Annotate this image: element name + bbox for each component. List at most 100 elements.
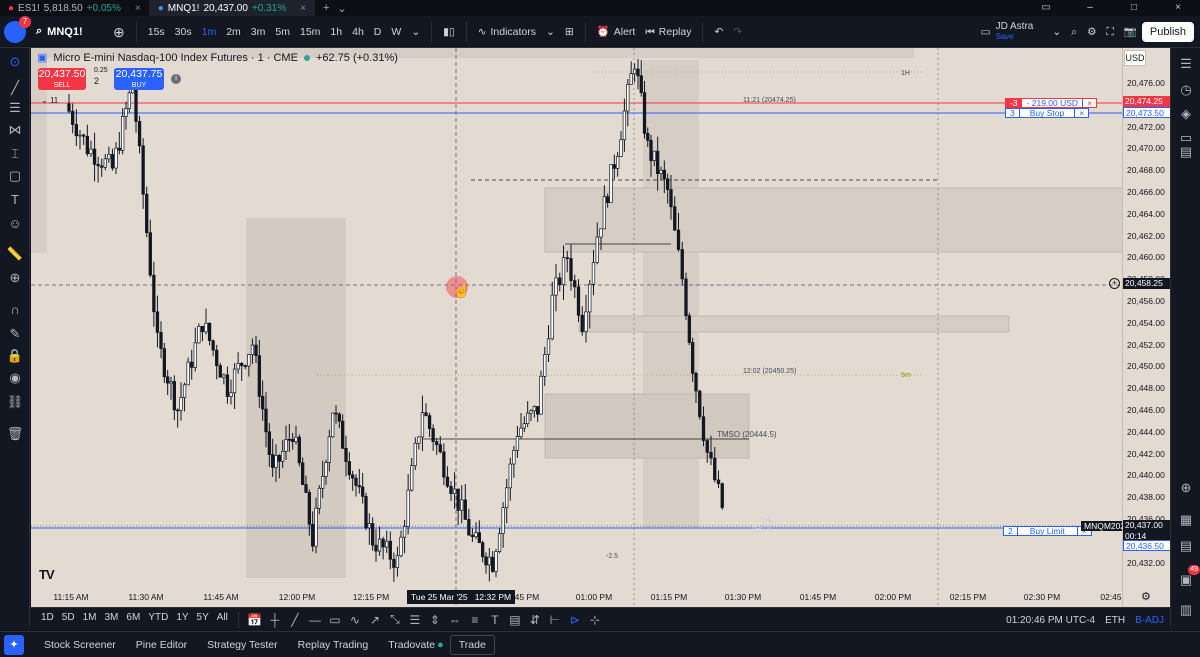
measure-icon[interactable]: ⊢ — [545, 613, 565, 627]
period-5d[interactable]: 5D — [58, 612, 79, 628]
interval-15s[interactable]: 15s — [143, 16, 170, 48]
tab-list-icon[interactable]: ⌄ — [337, 2, 346, 15]
compare-icon[interactable]: ⊕ — [108, 16, 130, 48]
text-note-icon[interactable]: T — [485, 613, 505, 627]
horizontal-line-icon[interactable]: — — [305, 613, 325, 627]
period-3m[interactable]: 3M — [101, 612, 123, 628]
layout-icon[interactable]: ▭ — [1024, 0, 1068, 16]
period-5y[interactable]: 5Y — [193, 612, 213, 628]
path-icon[interactable]: ∿ — [345, 613, 365, 627]
time-axis[interactable]: 11:15 AM 11:30 AM 11:45 AM 12:00 PM 12:15 PM… — [31, 587, 1151, 607]
sell-button[interactable]: 20,437.50 SELL — [38, 68, 86, 90]
rectangle-icon[interactable]: ▭ — [325, 613, 345, 627]
replay-mode-icon[interactable]: ⊳ — [565, 613, 585, 627]
buy-limit-order[interactable]: 2 Buy Limit × — [1003, 526, 1092, 536]
info-icon[interactable]: i — [171, 74, 181, 84]
interval-w[interactable]: W — [386, 16, 406, 48]
quick-search-icon[interactable]: ⌕ — [1066, 16, 1082, 48]
pattern-icon[interactable]: ⋈ — [5, 120, 25, 140]
arrow-icon[interactable]: ↗ — [365, 613, 385, 627]
settings-icon[interactable]: ⚙ — [1082, 16, 1101, 48]
line-tool-icon[interactable]: ╱ — [285, 613, 305, 627]
price-scale[interactable]: 20,476.0020,474.0020,472.0020,470.0020,4… — [1122, 48, 1170, 607]
calendar-icon[interactable]: ▦ — [1176, 510, 1196, 530]
avatar[interactable]: 7 — [4, 15, 31, 43]
trash-icon[interactable]: 🗑 — [5, 424, 25, 444]
trend-line-icon[interactable]: ╱ — [5, 78, 25, 98]
candles-icon[interactable]: ▮▯ — [438, 16, 460, 48]
fib-icon[interactable]: ☰ — [5, 98, 25, 118]
period-1y[interactable]: 1Y — [172, 612, 192, 628]
buy-button[interactable]: 20,437.75 BUY — [114, 68, 164, 90]
projection-icon[interactable]: ⌶ — [5, 144, 25, 164]
callout-icon[interactable]: ▤ — [505, 613, 525, 627]
magnet-icon[interactable]: ∩ — [5, 300, 25, 320]
close-tab-icon[interactable]: × — [135, 3, 141, 14]
buy-stop-order[interactable]: 3 Buy Stop × — [1005, 108, 1090, 118]
zoom-icon[interactable]: ⊕ — [5, 268, 25, 288]
chart-canvas[interactable] — [31, 48, 1122, 607]
interval-4h[interactable]: 4h — [347, 16, 369, 48]
interval-1m[interactable]: 1m — [197, 16, 222, 48]
eye-icon[interactable]: ◉ — [5, 368, 25, 388]
crosshair-plus-icon[interactable]: + — [1109, 278, 1120, 289]
templates-icon[interactable]: ⊞ — [560, 16, 579, 48]
date-range-icon[interactable]: 📅 — [245, 613, 265, 627]
period-all[interactable]: All — [213, 612, 232, 628]
cursor-icon[interactable]: ⊙ — [5, 52, 25, 72]
interval-2m[interactable]: 2m — [221, 16, 246, 48]
browser-tab-es[interactable]: ● ES1! 5,818.50 +0.05% × — [0, 0, 150, 16]
minimize-icon[interactable]: – — [1068, 0, 1112, 16]
period-ytd[interactable]: YTD — [144, 612, 172, 628]
tab-tradovate[interactable]: Tradovate — [378, 639, 445, 651]
layout-dropdown-icon[interactable]: ⌄ — [1047, 16, 1066, 48]
new-tab-icon[interactable]: + — [315, 2, 337, 14]
chart-pane[interactable]: ▣ Micro E-mini Nasdaq-100 Index Futures … — [31, 48, 1170, 607]
help-icon[interactable]: ⊕ — [1176, 478, 1196, 498]
indicators-dropdown-icon[interactable]: ⌄ — [541, 16, 560, 48]
range-icon[interactable]: ⇔ — [445, 613, 465, 627]
symbol-search[interactable]: ⌕ MNQ1! — [36, 25, 108, 38]
tab-replay-trading[interactable]: Replay Trading — [288, 639, 379, 651]
pencil-lock-icon[interactable]: ✎ — [5, 324, 25, 344]
indicators-button[interactable]: ∿ Indicators — [473, 16, 541, 48]
adjust-toggle[interactable]: B-ADJ — [1135, 615, 1164, 626]
notifications-icon[interactable]: ▣ 49 — [1176, 565, 1200, 590]
close-position-icon[interactable]: × — [1083, 99, 1096, 108]
interval-1h[interactable]: 1h — [325, 16, 347, 48]
link-icon[interactable]: ⛓ — [5, 392, 25, 412]
close-window-icon[interactable]: × — [1156, 0, 1200, 16]
redo-icon[interactable]: ↷ — [728, 16, 747, 48]
session-toggle[interactable]: ETH — [1105, 615, 1125, 626]
interval-d[interactable]: D — [369, 16, 387, 48]
tab-trade[interactable]: Trade — [449, 634, 495, 655]
pine-icon[interactable]: ▤ — [1176, 536, 1196, 556]
undo-icon[interactable]: ↶ — [709, 16, 728, 48]
ray-icon[interactable]: ⤡ — [385, 612, 405, 627]
period-6m[interactable]: 6M — [122, 612, 144, 628]
vertical-line-icon[interactable]: ┼ — [265, 613, 285, 627]
layers-icon[interactable]: ◈ — [1176, 104, 1196, 124]
interval-5m[interactable]: 5m — [270, 16, 295, 48]
ruler-icon[interactable]: 📏 — [5, 244, 25, 264]
clock[interactable]: 01:20:46 PM UTC-4 — [1006, 615, 1095, 626]
channel-icon[interactable]: ≡ — [465, 613, 485, 627]
forecast-icon[interactable]: ⇵ — [525, 613, 545, 627]
cancel-order-icon[interactable]: × — [1075, 109, 1088, 118]
long-position-icon[interactable]: ⇕ — [425, 613, 445, 627]
tab-pine-editor[interactable]: Pine Editor — [126, 639, 197, 651]
snapshot-icon[interactable]: 📷 — [1119, 16, 1142, 48]
interval-30s[interactable]: 30s — [170, 16, 197, 48]
indicator-toggle[interactable]: ⌄ 11 — [41, 96, 58, 105]
brush-icon[interactable]: ▢ — [5, 166, 25, 186]
alerts-clock-icon[interactable]: ◷ — [1176, 80, 1196, 100]
account-layout[interactable]: JD Astra Save — [996, 22, 1034, 42]
close-tab-icon[interactable]: × — [300, 3, 306, 14]
position-line-label[interactable]: -3 - 219.00 USD × — [1005, 98, 1098, 108]
interval-dropdown-icon[interactable]: ⌄ — [406, 16, 425, 48]
crosshair-tool-icon[interactable]: ⊹ — [585, 613, 605, 627]
axis-settings-icon[interactable]: ⚙ — [1141, 590, 1151, 603]
lock-icon[interactable]: 🔒 — [5, 346, 25, 366]
tab-stock-screener[interactable]: Stock Screener — [34, 639, 126, 651]
period-1m[interactable]: 1M — [79, 612, 101, 628]
